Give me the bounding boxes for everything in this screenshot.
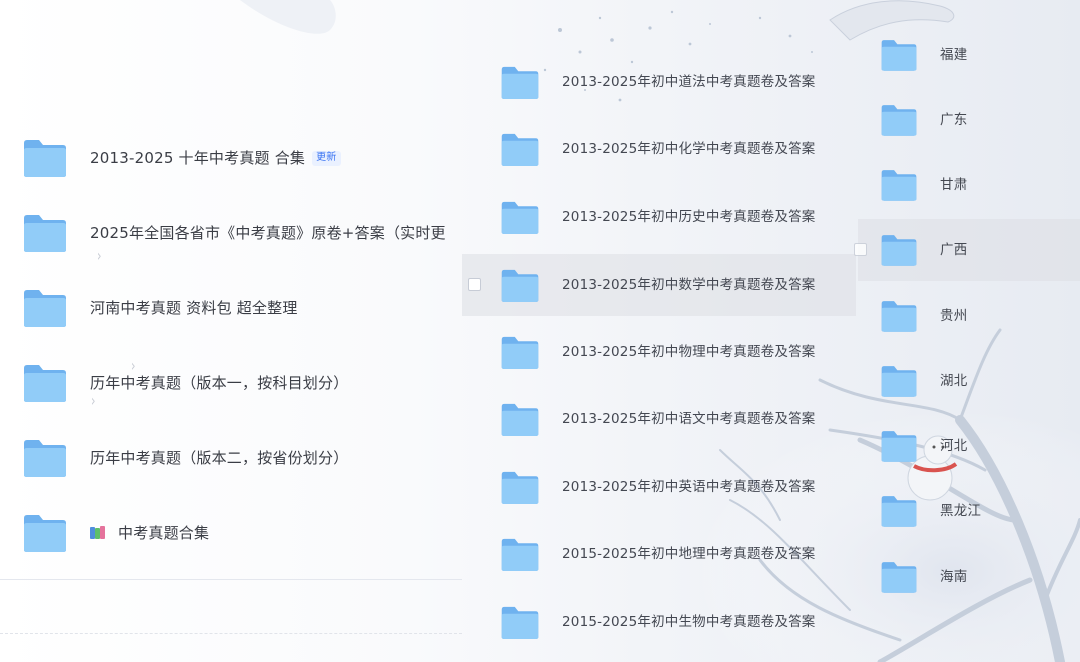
folder-label: 黑龙江	[940, 503, 982, 519]
folder-row-chemistry[interactable]: 2013-2025年初中化学中考真题卷及答案	[462, 118, 856, 180]
folder-label: 2013-2025年初中英语中考真题卷及答案	[562, 479, 816, 495]
folder-icon	[501, 606, 539, 639]
folder-row-henan[interactable]: 河南中考真题 资料包 超全整理	[0, 283, 462, 333]
folder-icon	[881, 496, 917, 527]
folder-label: 河南中考真题 资料包 超全整理	[90, 299, 298, 317]
chevron-right-icon: ›	[90, 391, 96, 410]
folder-label: 2015-2025年初中地理中考真题卷及答案	[562, 546, 816, 562]
update-badge: 更新	[312, 150, 341, 166]
chevron-right-icon: ›	[96, 246, 102, 265]
folder-row-guangxi[interactable]: 广西	[854, 219, 1080, 281]
left-folder-list: 2013-2025 十年中考真题 合集 更新 2025年全国各省市《中考真题》原…	[0, 0, 462, 662]
folder-row-ten-year-collection[interactable]: 2013-2025 十年中考真题 合集 更新	[0, 133, 462, 183]
folder-label: 广西	[940, 242, 968, 258]
folder-icon	[501, 336, 539, 369]
folder-icon	[501, 201, 539, 234]
folder-icon	[501, 403, 539, 436]
chevron-right-icon: ›	[130, 356, 136, 375]
folder-label: 湖北	[940, 373, 968, 389]
folder-label: 甘肃	[940, 177, 968, 193]
subject-folder-list: 2013-2025年初中道法中考真题卷及答案 2013-2025年初中化学中考真…	[462, 0, 856, 662]
folder-label: 2015-2025年初中生物中考真题卷及答案	[562, 614, 816, 630]
folder-row-heilongjiang[interactable]: 黑龙江	[858, 480, 1080, 542]
folder-label: 2013-2025年初中历史中考真题卷及答案	[562, 209, 816, 225]
folder-row-hubei[interactable]: 湖北	[858, 350, 1080, 412]
folder-row-collection[interactable]: 中考真题合集	[0, 508, 462, 558]
folder-icon	[501, 66, 539, 99]
folder-label: 贵州	[940, 308, 968, 324]
folder-row-guangdong[interactable]: 广东	[858, 89, 1080, 151]
folder-row-version-two[interactable]: 历年中考真题（版本二，按省份划分）	[0, 433, 462, 483]
folder-label: 广东	[940, 112, 968, 128]
select-checkbox[interactable]	[854, 243, 867, 256]
folder-label: 河北	[940, 438, 968, 454]
folder-icon	[501, 538, 539, 571]
folder-icon	[881, 105, 917, 136]
folder-label: 历年中考真题（版本一，按科目划分）	[90, 374, 349, 392]
folder-label: 2013-2025年初中道法中考真题卷及答案	[562, 74, 816, 90]
folder-icon	[881, 170, 917, 201]
folder-icon	[501, 269, 539, 302]
folder-icon	[881, 562, 917, 593]
folder-icon	[24, 440, 66, 477]
folder-label: 2025年全国各省市《中考真题》原卷+答案（实时更	[90, 224, 446, 242]
folder-row-hainan[interactable]: 海南	[858, 546, 1080, 608]
folder-row-politics[interactable]: 2013-2025年初中道法中考真题卷及答案	[462, 51, 856, 113]
folder-row-english[interactable]: 2013-2025年初中英语中考真题卷及答案	[462, 456, 856, 518]
folder-row-history[interactable]: 2013-2025年初中历史中考真题卷及答案	[462, 186, 856, 248]
folder-label: 2013-2025年初中数学中考真题卷及答案	[562, 277, 816, 293]
folder-label: 2013-2025 十年中考真题 合集	[90, 149, 306, 167]
folder-icon	[881, 366, 917, 397]
folder-row-guizhou[interactable]: 贵州	[858, 285, 1080, 347]
folder-label: 中考真题合集	[118, 524, 210, 542]
folder-label: 2013-2025年初中化学中考真题卷及答案	[562, 141, 816, 157]
folder-icon	[881, 301, 917, 332]
folder-row-physics[interactable]: 2013-2025年初中物理中考真题卷及答案	[462, 321, 856, 383]
folder-row-chinese[interactable]: 2013-2025年初中语文中考真题卷及答案	[462, 388, 856, 450]
folder-row-gansu[interactable]: 甘肃	[858, 154, 1080, 216]
folder-icon	[24, 290, 66, 327]
folder-row-hebei[interactable]: 河北	[858, 415, 1080, 477]
divider	[0, 579, 462, 580]
folder-icon	[24, 215, 66, 252]
folder-label: 2013-2025年初中物理中考真题卷及答案	[562, 344, 816, 360]
folder-icon	[501, 471, 539, 504]
folder-row-2025-national[interactable]: 2025年全国各省市《中考真题》原卷+答案（实时更	[0, 208, 462, 258]
folder-icon	[24, 515, 66, 552]
folder-icon	[881, 40, 917, 71]
folder-row-biology[interactable]: 2015-2025年初中生物中考真题卷及答案	[462, 591, 856, 653]
folder-icon	[24, 140, 66, 177]
books-icon	[90, 526, 106, 540]
folder-icon	[501, 133, 539, 166]
folder-icon	[881, 235, 917, 266]
folder-row-geography[interactable]: 2015-2025年初中地理中考真题卷及答案	[462, 523, 856, 585]
province-folder-list: 福建 广东 甘肃 广西 贵州 湖北 河北 黑龙江 海南	[854, 0, 1080, 662]
folder-icon	[24, 365, 66, 402]
folder-row-version-one[interactable]: 历年中考真题（版本一，按科目划分）	[0, 358, 462, 408]
folder-label: 海南	[940, 569, 968, 585]
folder-icon	[881, 431, 917, 462]
divider	[0, 633, 462, 634]
folder-row-math[interactable]: 2013-2025年初中数学中考真题卷及答案	[462, 254, 856, 316]
folder-label: 福建	[940, 47, 968, 63]
select-checkbox[interactable]	[468, 278, 481, 291]
folder-label: 历年中考真题（版本二，按省份划分）	[90, 449, 349, 467]
folder-row-fujian[interactable]: 福建	[858, 24, 1080, 86]
folder-label: 2013-2025年初中语文中考真题卷及答案	[562, 411, 816, 427]
